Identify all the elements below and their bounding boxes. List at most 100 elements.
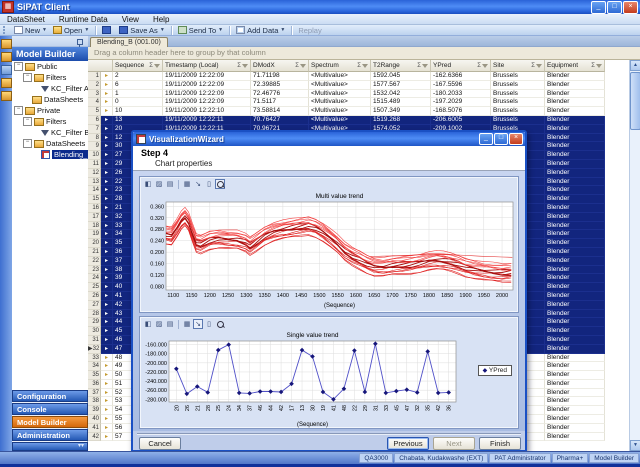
filter-funnel-icon[interactable] [422,64,428,68]
list-icon[interactable] [1,65,12,75]
gallery-icon[interactable]: ◧ [143,319,153,329]
nav-administration-button[interactable]: Administration [12,429,88,441]
gallery-icon[interactable]: ◧ [143,179,153,189]
tree-item-kc-filter-a[interactable]: KC_Filter A [12,83,88,94]
dropdown-arrow-icon[interactable]: ▼ [280,27,285,33]
hatch-icon[interactable]: ▨ [154,179,164,189]
sum-icon[interactable]: Σ [531,63,535,69]
next-button[interactable]: Next [433,437,475,450]
tree-expander[interactable]: − [23,73,32,82]
dropdown-arrow-icon[interactable]: ▼ [84,27,89,33]
scrollbar-thumb[interactable] [630,72,640,130]
nav-configuration-button[interactable]: Configuration [12,390,88,402]
properties-icon[interactable]: ▯ [204,319,214,329]
filter-funnel-icon[interactable] [596,64,602,68]
column-header-site[interactable]: SiteΣ [491,60,545,72]
sum-icon[interactable]: Σ [149,63,153,69]
table-row[interactable]: 2▸619/11/2009 12:22:0972.39885<Multivalu… [88,81,629,90]
grid-icon[interactable]: ▦ [182,319,192,329]
tree-expander[interactable]: − [14,62,23,71]
save-button[interactable] [99,25,116,35]
pin-icon[interactable] [77,39,83,45]
column-header-ypred[interactable]: YPredΣ [431,60,491,72]
table-row[interactable]: 1▸219/11/2009 12:22:0971.71198<Multivalu… [88,72,629,81]
folder-icon[interactable] [1,39,12,49]
dialog-maximize-button[interactable]: □ [494,133,508,145]
add-data-button[interactable]: Add Data▼ [233,25,288,35]
magnifier-icon[interactable] [215,319,225,329]
menu-item-datasheet[interactable]: DataSheet [0,15,52,24]
nav-overflow-bar[interactable]: ▾▾ [12,442,88,451]
tree-item-datasheets[interactable]: −DataSheets [12,138,88,149]
grid-icon[interactable] [1,91,12,101]
menu-item-view[interactable]: View [115,15,146,24]
dialog-close-button[interactable]: × [509,133,523,145]
nav-console-button[interactable]: Console [12,403,88,415]
print-icon[interactable]: ▤ [165,319,175,329]
dropdown-arrow-icon[interactable]: ▼ [218,27,223,33]
tree-item-datasheets[interactable]: DataSheets [12,94,88,105]
star-icon[interactable] [1,78,12,88]
sum-icon[interactable]: Σ [237,63,241,69]
tree-item-public[interactable]: −Public [12,61,88,72]
menu-item-runtime-data[interactable]: Runtime Data [52,15,115,24]
menu-item-help[interactable]: Help [146,15,176,24]
scroll-up-button[interactable]: ▲ [630,60,640,71]
close-button[interactable]: × [623,1,638,14]
export-icon[interactable]: ↘ [193,319,203,329]
tree-item-filters[interactable]: −Filters [12,72,88,83]
previous-button[interactable]: Previous [387,437,429,450]
table-row[interactable]: 5▸1019/11/2009 12:22:1073.58814<Multival… [88,107,629,116]
send-to-button[interactable]: Send To▼ [175,25,226,35]
export-icon[interactable]: ↘ [193,179,203,189]
column-header-sequence[interactable]: SequenceΣ [113,60,163,72]
folder-icon[interactable] [1,52,12,62]
minimize-button[interactable]: _ [591,1,606,14]
open-button[interactable]: Open▼ [50,25,92,35]
maximize-button[interactable]: □ [607,1,622,14]
column-header-spectrum[interactable]: SpectrumΣ [309,60,371,72]
filter-funnel-icon[interactable] [362,64,368,68]
table-row[interactable]: 6▸1319/11/2009 12:22:1170.76427<Multival… [88,116,629,125]
svg-text:35: 35 [426,405,432,411]
tree-expander[interactable]: − [14,106,23,115]
vertical-scrollbar[interactable]: ▲ ▼ [629,60,640,451]
print-icon[interactable]: ▤ [165,179,175,189]
magnifier-icon[interactable] [215,179,225,189]
filter-funnel-icon[interactable] [242,64,248,68]
filter-funnel-icon[interactable] [482,64,488,68]
tree-item-filters[interactable]: −Filters [12,116,88,127]
properties-icon[interactable]: ▯ [204,179,214,189]
tree-expander[interactable]: − [23,117,32,126]
sum-icon[interactable]: Σ [477,63,481,69]
dropdown-arrow-icon[interactable]: ▼ [42,27,47,33]
table-row[interactable]: 3▸119/11/2009 12:22:0972.46776<Multivalu… [88,90,629,99]
sum-icon[interactable]: Σ [357,63,361,69]
table-row[interactable]: 4▸019/11/2009 12:22:0971.5117<Multivalue… [88,98,629,107]
tree-item-private[interactable]: −Private [12,105,88,116]
grid-icon[interactable]: ▦ [182,179,192,189]
dropdown-arrow-icon[interactable]: ▼ [160,27,165,33]
sum-icon[interactable]: Σ [295,63,299,69]
finish-button[interactable]: Finish [479,437,521,450]
scroll-down-button[interactable]: ▼ [630,440,640,451]
filter-funnel-icon[interactable] [300,64,306,68]
sum-icon[interactable]: Σ [417,63,421,69]
tree-item-kc-filter-b[interactable]: KC_Filter B [12,127,88,138]
column-header-dmodx[interactable]: DModXΣ [251,60,309,72]
cancel-button[interactable]: Cancel [139,437,181,450]
replay-button[interactable]: Replay [295,25,324,35]
tree-item-blending-b[interactable]: Blending_B [12,149,88,160]
nav-model builder-button[interactable]: Model Builder [12,416,88,428]
dialog-minimize-button[interactable]: _ [479,133,493,145]
column-header-t2range[interactable]: T2RangeΣ [371,60,431,72]
new-button[interactable]: New▼ [11,25,50,35]
filter-funnel-icon[interactable] [154,64,160,68]
column-header-timestamp-local-[interactable]: Timestamp (Local)Σ [163,60,251,72]
tree-expander[interactable]: − [23,139,32,148]
save-as-button[interactable]: Save As▼ [116,25,167,35]
column-header-equipment[interactable]: EquipmentΣ [545,60,605,72]
filter-funnel-icon[interactable] [536,64,542,68]
hatch-icon[interactable]: ▨ [154,319,164,329]
sum-icon[interactable]: Σ [591,63,595,69]
